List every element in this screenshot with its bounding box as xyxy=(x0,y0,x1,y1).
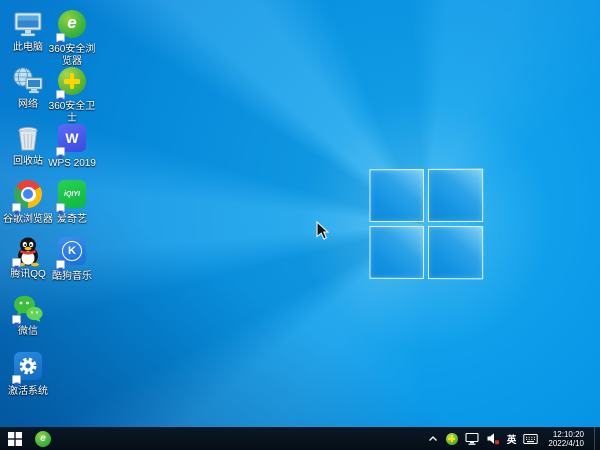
tray-360-safe-button[interactable] xyxy=(445,427,458,450)
system-tray: 英 12:10:20 2022/4/10 xyxy=(427,427,600,450)
windows-logo-pane xyxy=(369,225,425,279)
tray-keyboard-button[interactable] xyxy=(523,427,539,450)
tray-network-button[interactable] xyxy=(465,427,479,450)
kugou-icon: K xyxy=(56,237,88,273)
kugou-glyph: K xyxy=(68,245,76,257)
tray-chevron-button[interactable] xyxy=(427,427,439,450)
windows-logo xyxy=(369,168,484,280)
shortcut-arrow-icon xyxy=(12,375,21,388)
windows-start-icon xyxy=(8,431,22,446)
speaker-muted-icon xyxy=(487,433,499,445)
desktop-icon-iqiyi[interactable]: iQIYI 爱奇艺 xyxy=(45,178,99,226)
360-safe-icon xyxy=(445,432,458,445)
wps-icon: W xyxy=(56,124,88,160)
desktop-icon-label: 酷狗音乐 xyxy=(52,271,92,282)
clock-time: 12:10:20 xyxy=(552,429,584,439)
windows-logo-pane xyxy=(369,169,425,223)
chevron-up-icon xyxy=(428,435,437,441)
taskbar: e 英 12:10:20 2022/4/10 xyxy=(0,427,600,450)
shortcut-arrow-icon xyxy=(12,315,21,328)
recycle-bin-icon xyxy=(12,122,44,154)
wechat-icon xyxy=(12,292,44,328)
clock-date: 2022/4/10 xyxy=(548,438,584,448)
360-browser-icon: e xyxy=(56,10,88,46)
shortcut-arrow-icon xyxy=(56,260,65,273)
gear-icon xyxy=(12,352,44,388)
desktop-icon-360-browser[interactable]: e 360安全浏览器 xyxy=(45,8,99,68)
shortcut-arrow-icon xyxy=(56,90,65,103)
windows-logo-pane xyxy=(427,168,484,222)
360-browser-icon: e xyxy=(35,430,51,447)
chrome-icon xyxy=(12,180,44,216)
start-button[interactable] xyxy=(0,427,30,450)
input-method-indicator[interactable]: 英 xyxy=(507,427,517,450)
network-icon xyxy=(465,432,479,445)
shortcut-arrow-icon xyxy=(56,147,65,160)
desktop-icon-activate-system[interactable]: 激活系统 xyxy=(1,350,55,398)
shortcut-arrow-icon xyxy=(56,33,65,46)
tray-volume-button[interactable] xyxy=(486,427,500,450)
iqiyi-glyph: iQIYI xyxy=(64,190,80,198)
network-icon xyxy=(12,65,44,97)
desktop-icon-kugou[interactable]: K 酷狗音乐 xyxy=(45,235,99,283)
desktop-icon-label: 微信 xyxy=(18,326,38,337)
desktop-icon-wps[interactable]: W WPS 2019 xyxy=(45,122,99,170)
desktop-surface[interactable]: 此电脑 e 360安全浏览器 网络 360安全卫士 回收站 W WPS 2019… xyxy=(0,0,600,450)
taskbar-clock[interactable]: 12:10:20 2022/4/10 xyxy=(545,430,587,448)
taskbar-pinned-360-browser[interactable]: e xyxy=(30,427,56,450)
keyboard-icon xyxy=(523,433,539,444)
mouse-cursor xyxy=(316,220,330,245)
this-pc-icon xyxy=(12,8,44,40)
wps-glyph: W xyxy=(65,130,79,146)
windows-logo-pane xyxy=(427,226,484,280)
360-safe-icon xyxy=(56,67,88,103)
show-desktop-button[interactable] xyxy=(594,427,598,450)
shortcut-arrow-icon xyxy=(12,203,21,216)
desktop-icon-label: 激活系统 xyxy=(8,386,48,397)
desktop-icon-label: WPS 2019 xyxy=(48,158,96,169)
shortcut-arrow-icon xyxy=(56,203,65,216)
360-browser-glyph: e xyxy=(67,13,77,32)
desktop-icon-360-safe[interactable]: 360安全卫士 xyxy=(45,65,99,125)
desktop-icon-label: 爱奇艺 xyxy=(57,214,87,225)
desktop-icon-wechat[interactable]: 微信 xyxy=(1,292,55,338)
iqiyi-icon: iQIYI xyxy=(56,180,88,216)
qq-penguin-icon xyxy=(12,235,44,271)
shortcut-arrow-icon xyxy=(12,258,21,271)
